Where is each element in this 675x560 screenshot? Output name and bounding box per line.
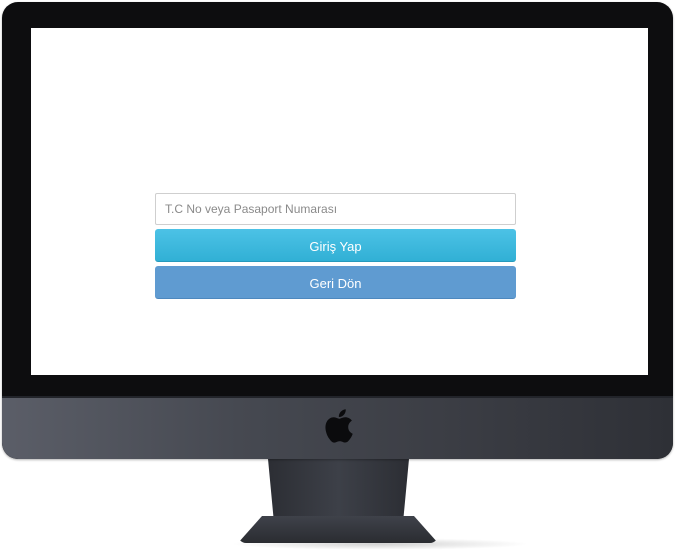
display-screen: Giriş Yap Geri Dön <box>31 28 648 375</box>
monitor-frame: Giriş Yap Geri Dön <box>2 2 673 459</box>
login-button[interactable]: Giriş Yap <box>155 229 516 262</box>
monitor-stand-base <box>238 516 438 543</box>
apple-logo-icon <box>325 409 353 443</box>
id-number-input[interactable] <box>155 193 516 225</box>
login-form: Giriş Yap Geri Dön <box>155 193 516 299</box>
imac-mockup: Giriş Yap Geri Dön <box>0 0 675 560</box>
monitor-chin-divider <box>2 396 673 398</box>
monitor-stand-neck <box>268 459 409 519</box>
back-button[interactable]: Geri Dön <box>155 266 516 299</box>
